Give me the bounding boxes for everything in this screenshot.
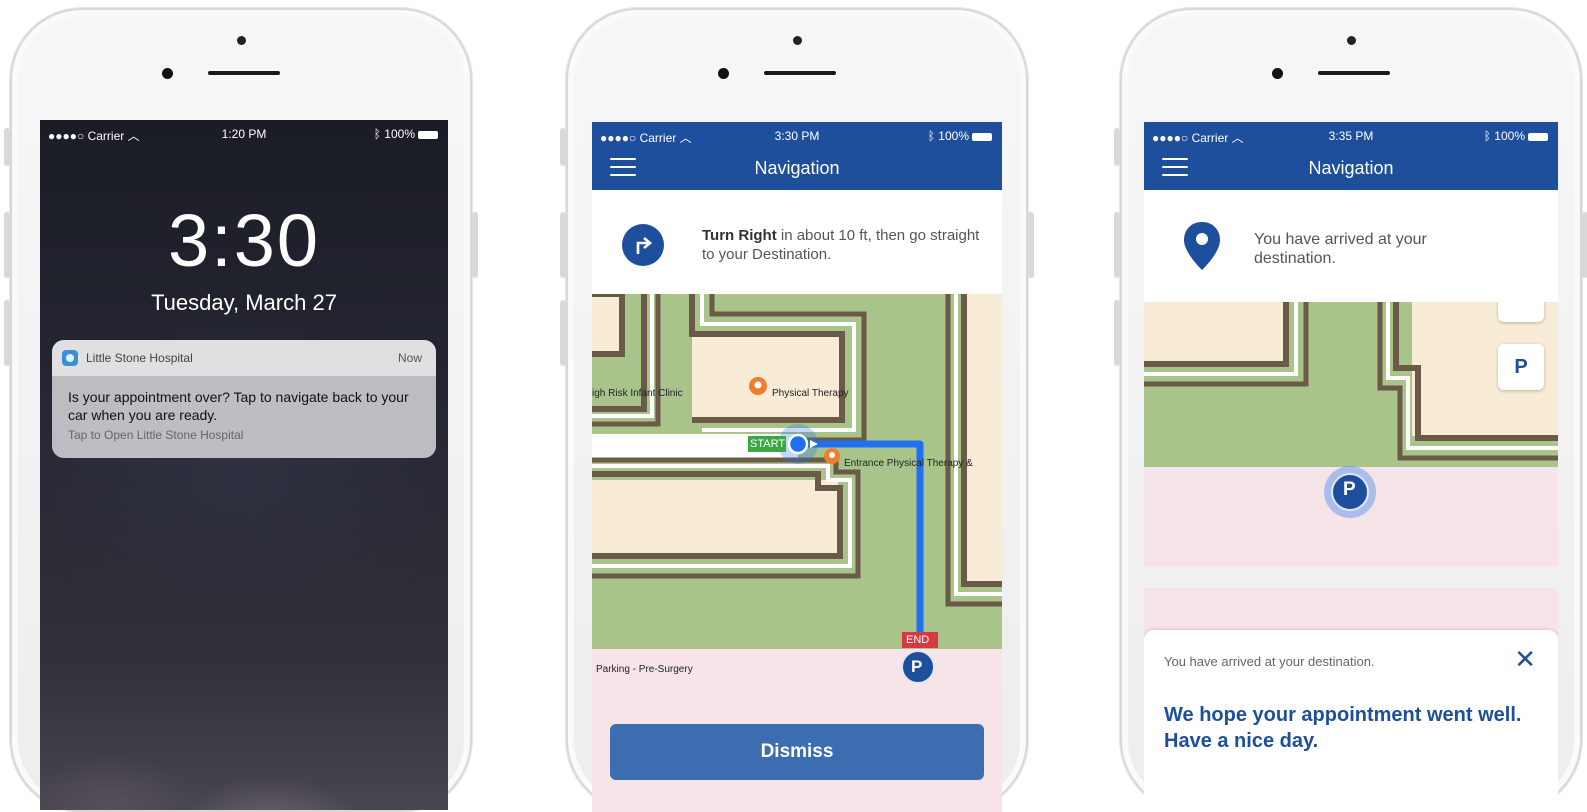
- poi-pin-icon: [824, 448, 840, 464]
- volume-down-button: [1114, 300, 1120, 366]
- poi-pin-icon: [749, 377, 767, 395]
- instruction-text: Turn Right in about 10 ft, then go strai…: [702, 226, 982, 264]
- arrival-card: You have arrived at your destination. ✕ …: [1144, 630, 1558, 812]
- status-bar: ●●●●○ Carrier ︿ 3:30 PM ᛒ 100%: [592, 122, 1002, 150]
- arrival-card-subtitle: You have arrived at your destination.: [1164, 654, 1375, 669]
- status-bar: ●●●●○ Carrier ︿ 1:20 PM ᛒ 100%: [40, 120, 448, 148]
- volume-up-button: [4, 212, 10, 278]
- arrival-screen: P P ●●●●○ Carrier ︿ 3:35 PM ᛒ 100% Navig…: [1144, 122, 1558, 812]
- start-label: START: [750, 438, 786, 450]
- map-label-entrance[interactable]: Entrance Physical Therapy &: [844, 458, 973, 469]
- arrival-card-message: We hope your appointment went well. Have…: [1164, 704, 1522, 752]
- map-label-clinic: igh Risk Infant Clinic: [592, 388, 683, 399]
- battery-status: ᛒ 100%: [928, 129, 992, 143]
- front-camera: [162, 68, 173, 79]
- notification-card[interactable]: Little Stone Hospital Now Is your appoin…: [52, 340, 436, 458]
- app-header: ●●●●○ Carrier ︿ 3:35 PM ᛒ 100% Navigatio…: [1144, 122, 1558, 190]
- parking-divider: [1144, 566, 1558, 588]
- earpiece-speaker: [764, 71, 836, 75]
- volume-down-button: [4, 300, 10, 366]
- earpiece-speaker: [1318, 71, 1390, 75]
- bluetooth-icon: ᛒ: [927, 129, 935, 143]
- volume-up-button: [1114, 212, 1120, 278]
- map-label-parking: Parking - Pre-Surgery: [596, 664, 693, 675]
- bluetooth-icon: ᛒ: [1483, 129, 1491, 143]
- building-outline: [592, 294, 625, 357]
- phone-2: igh Risk Infant Clinic Physical Therapy …: [560, 8, 1034, 812]
- dismiss-button[interactable]: Dismiss: [610, 724, 984, 780]
- volume-up-button: [560, 212, 566, 278]
- parking-button[interactable]: P: [1498, 344, 1544, 390]
- power-button: [1028, 212, 1034, 278]
- bluetooth-icon: ᛒ: [373, 127, 381, 141]
- notification-body: Is your appointment over? Tap to navigat…: [52, 376, 436, 444]
- arrival-banner-text: You have arrived at your destination.: [1254, 231, 1427, 267]
- phone-3: P P ●●●●○ Carrier ︿ 3:35 PM ᛒ 100% Navig…: [1114, 8, 1587, 812]
- building-room: [592, 480, 838, 554]
- notification-time: Now: [397, 351, 422, 365]
- volume-button: [560, 128, 566, 166]
- lock-clock: 3:30: [167, 199, 321, 282]
- building-room: [1144, 302, 1284, 362]
- building-room: [964, 294, 1002, 584]
- parking-marker-label[interactable]: P: [911, 657, 922, 677]
- proximity-sensor: [1347, 36, 1356, 45]
- battery-icon: [972, 133, 992, 141]
- map-label-physical-therapy[interactable]: Physical Therapy: [772, 388, 849, 399]
- volume-button: [4, 128, 10, 166]
- earpiece-speaker: [208, 71, 280, 75]
- front-camera: [1272, 68, 1283, 79]
- navigation-screen: igh Risk Infant Clinic Physical Therapy …: [592, 122, 1002, 812]
- power-button: [1582, 212, 1587, 278]
- battery-percent: 100%: [938, 129, 969, 143]
- parking-marker-label[interactable]: P: [1343, 479, 1356, 501]
- app-header: ●●●●○ Carrier ︿ 3:30 PM ᛒ 100% Navigatio…: [592, 122, 1002, 190]
- phone-1: ●●●●○ Carrier ︿ 1:20 PM ᛒ 100% 3:30 Tues…: [4, 8, 478, 812]
- power-button: [472, 212, 478, 278]
- lock-screen: ●●●●○ Carrier ︿ 1:20 PM ᛒ 100% 3:30 Tues…: [40, 120, 448, 810]
- instruction-banner: Turn Right in about 10 ft, then go strai…: [592, 190, 1002, 294]
- battery-status: ᛒ 100%: [374, 127, 438, 141]
- page-title: Navigation: [1308, 158, 1394, 178]
- battery-icon: [418, 131, 438, 139]
- notification-message: Is your appointment over? Tap to navigat…: [68, 389, 409, 423]
- notification-app-name: Little Stone Hospital: [86, 351, 193, 365]
- location-pin-icon: [1182, 220, 1222, 277]
- turn-right-icon: [622, 224, 664, 266]
- building-room: [692, 334, 842, 420]
- notification-action-hint: Tap to Open Little Stone Hospital: [68, 428, 244, 442]
- instruction-emphasis: Turn Right: [702, 227, 777, 244]
- proximity-sensor: [237, 36, 246, 45]
- front-camera: [718, 68, 729, 79]
- current-location-dot: [787, 433, 809, 455]
- arrival-banner: You have arrived at your destination.: [1144, 190, 1558, 302]
- battery-status: ᛒ 100%: [1484, 129, 1548, 143]
- proximity-sensor: [793, 36, 802, 45]
- app-icon: [62, 350, 78, 366]
- battery-percent: 100%: [1494, 129, 1525, 143]
- battery-icon: [1528, 133, 1548, 141]
- status-bar: ●●●●○ Carrier ︿ 3:35 PM ᛒ 100%: [1144, 122, 1558, 150]
- page-title: Navigation: [754, 158, 840, 178]
- notification-header: Little Stone Hospital Now: [52, 340, 436, 376]
- end-label: END: [906, 634, 930, 646]
- close-icon[interactable]: ✕: [1514, 646, 1536, 672]
- lock-date: Tuesday, March 27: [151, 290, 337, 315]
- volume-down-button: [560, 300, 566, 366]
- battery-percent: 100%: [384, 127, 415, 141]
- volume-button: [1114, 128, 1120, 166]
